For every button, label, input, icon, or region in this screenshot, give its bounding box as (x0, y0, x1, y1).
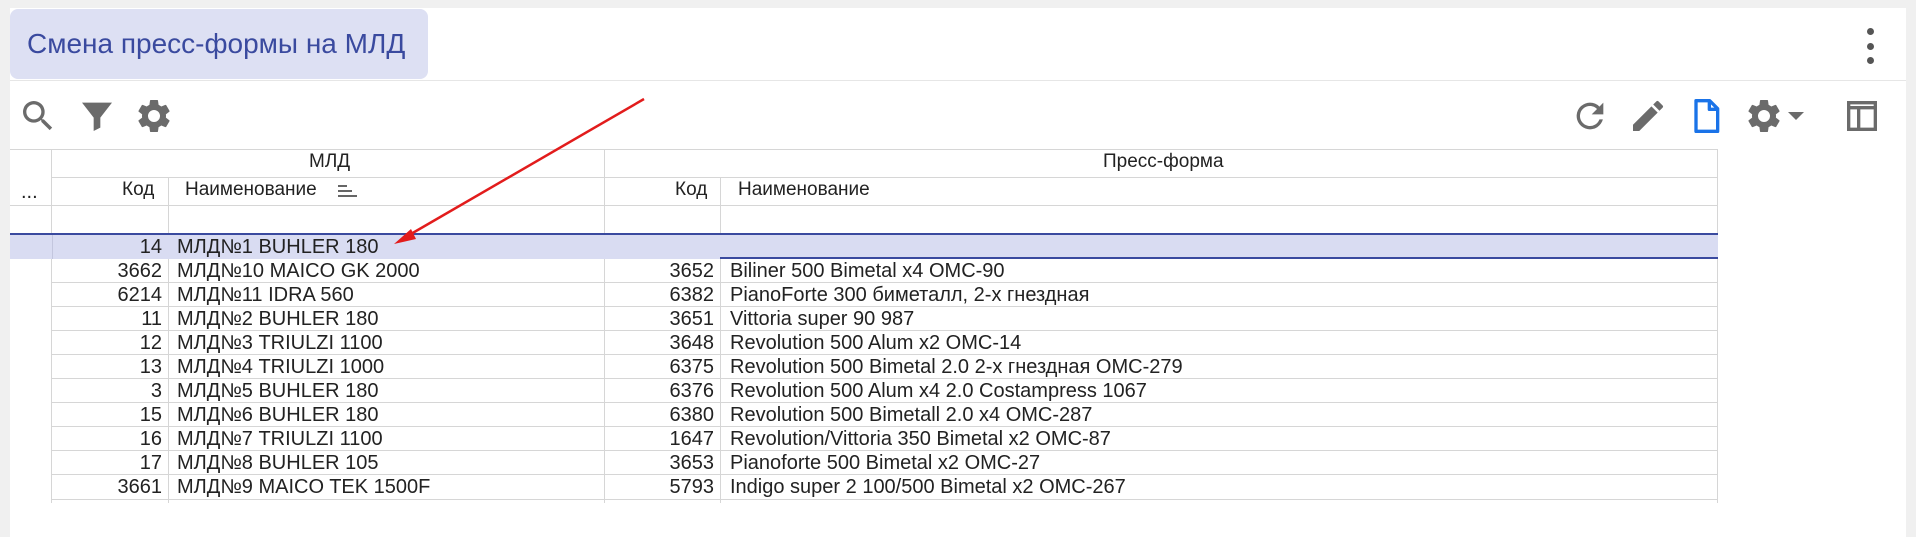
table-row[interactable]: 16 МЛД№7 TRIULZI 1100 1647 Revolution/Vi… (10, 427, 1718, 451)
mold-code-cell: 3651 (669, 308, 715, 330)
table-row[interactable]: 3662 МЛД№10 MAICO GK 2000 3652 Biliner 5… (10, 259, 1718, 283)
mld-name-cell: МЛД№2 BUHLER 180 (177, 308, 379, 330)
table-row[interactable]: 12 МЛД№3 TRIULZI 1100 3648 Revolution 50… (10, 331, 1718, 355)
gear-icon[interactable] (134, 96, 174, 136)
page-title: Смена пресс-формы на МЛД (27, 28, 406, 59)
mold-name-cell: Pianoforte 500 Bimetal x2 OMC-27 (730, 452, 1041, 474)
row-selector-menu[interactable]: ... (21, 181, 38, 204)
mold-name-cell: Revolution 500 Alum x2 OMC-14 (730, 332, 1022, 354)
more-options-icon[interactable] (1862, 28, 1878, 64)
mld-code-cell: 11 (141, 308, 162, 330)
mld-code-cell: 13 (139, 356, 162, 378)
mold-code-cell: 3653 (669, 452, 715, 474)
mld-name-cell: МЛД№5 BUHLER 180 (177, 380, 379, 402)
mld-name-cell: МЛД№6 BUHLER 180 (177, 404, 379, 426)
pencil-icon[interactable] (1628, 96, 1668, 136)
mold-code-cell: 6382 (669, 284, 715, 306)
table-row[interactable]: 3 МЛД№5 BUHLER 180 6376 Revolution 500 A… (10, 379, 1718, 403)
column-header-mld-name[interactable]: Наименование (185, 179, 317, 201)
filter-icon[interactable] (77, 96, 117, 136)
mld-code-cell: 3661 (117, 476, 163, 498)
mold-code-cell: 6376 (669, 380, 715, 402)
mold-name-cell: Revolution/Vittoria 350 Bimetal x2 OMC-8… (730, 428, 1111, 450)
column-header-mold-name[interactable]: Наименование (738, 179, 870, 201)
document-icon[interactable] (1686, 96, 1726, 136)
mold-code-cell: 3652 (669, 260, 715, 282)
mld-name-cell: МЛД№9 MAICO TEK 1500F (177, 476, 431, 498)
layout-icon[interactable] (1842, 96, 1882, 136)
mld-name-cell: МЛД№3 TRIULZI 1100 (177, 332, 383, 354)
mld-code-cell: 16 (139, 428, 162, 450)
group-header-mld: МЛД (309, 151, 351, 172)
chevron-down-icon[interactable] (1784, 96, 1808, 136)
column-header-mld-code[interactable]: Код (122, 179, 154, 201)
mld-code-cell: 15 (139, 404, 162, 426)
mld-code-cell: 12 (139, 332, 162, 354)
form-title-tab[interactable]: Смена пресс-формы на МЛД (10, 9, 428, 79)
toolbar-divider (10, 80, 1906, 81)
mold-code-cell: 6380 (669, 404, 715, 426)
mold-name-cell: Revolution 500 Bimetal 2.0 2-х гнездная … (730, 356, 1183, 378)
mold-code-cell: 1647 (669, 428, 715, 450)
mold-name-cell: Revolution 500 Bimetall 2.0 x4 OMC-287 (730, 404, 1093, 426)
mld-code-cell: 3662 (117, 260, 163, 282)
table-row[interactable]: 17 МЛД№8 BUHLER 105 3653 Pianoforte 500 … (10, 451, 1718, 475)
mld-code-cell: 14 (139, 236, 162, 258)
mold-name-cell: Indigo super 2 100/500 Bimetal x2 OMC-26… (730, 476, 1126, 498)
mld-name-cell: МЛД№8 BUHLER 105 (177, 452, 379, 474)
mld-name-cell: МЛД№10 MAICO GK 2000 (177, 260, 420, 282)
search-icon[interactable] (18, 96, 58, 136)
column-header-mold-code[interactable]: Код (675, 179, 707, 201)
mld-name-cell: МЛД№1 BUHLER 180 (177, 236, 379, 258)
mld-name-cell: МЛД№7 TRIULZI 1100 (177, 428, 383, 450)
refresh-icon[interactable] (1570, 96, 1610, 136)
mold-name-cell: Biliner 500 Bimetal x4 OMC-90 (730, 260, 1005, 282)
form-panel: Смена пресс-формы на МЛД МЛД Пресс-форма… (10, 8, 1906, 537)
mold-code-cell: 3648 (669, 332, 715, 354)
table-row[interactable]: 6214 МЛД№11 IDRA 560 6382 PianoForte 300… (10, 283, 1718, 307)
table-row[interactable]: 11 МЛД№2 BUHLER 180 3651 Vittoria super … (10, 307, 1718, 331)
group-header-mold: Пресс-форма (1103, 151, 1224, 172)
mld-name-cell: МЛД№4 TRIULZI 1000 (177, 356, 385, 378)
mld-code-cell: 3 (150, 380, 162, 402)
table-row[interactable]: 13 МЛД№4 TRIULZI 1000 6375 Revolution 50… (10, 355, 1718, 379)
mold-name-cell: PianoForte 300 биметалл, 2-х гнездная (730, 284, 1090, 306)
mold-name-cell: Revolution 500 Alum x4 2.0 Costampress 1… (730, 380, 1147, 402)
table-row[interactable]: 15 МЛД№6 BUHLER 180 6380 Revolution 500 … (10, 403, 1718, 427)
table-row-selected[interactable]: 14 МЛД№1 BUHLER 180 (10, 233, 1718, 259)
mld-name-cell: МЛД№11 IDRA 560 (177, 284, 354, 306)
mold-code-cell: 5793 (669, 476, 715, 498)
mld-code-cell: 17 (139, 452, 162, 474)
mold-name-cell: Vittoria super 90 987 (730, 308, 915, 330)
sort-icon[interactable] (338, 183, 358, 204)
gear-dropdown-icon[interactable] (1744, 96, 1784, 136)
mld-code-cell: 6214 (117, 284, 163, 306)
mold-code-cell: 6375 (669, 356, 715, 378)
table-row[interactable]: 3661 МЛД№9 MAICO TEK 1500F 5793 Indigo s… (10, 475, 1718, 499)
